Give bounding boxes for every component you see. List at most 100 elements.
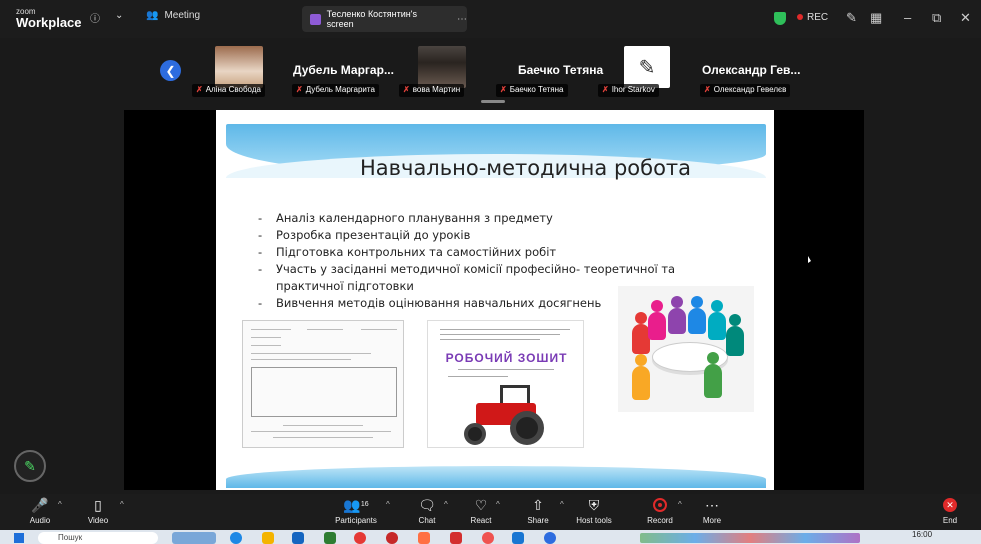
participant-label: ✗ Ihor Starkov — [598, 84, 659, 97]
meeting-label: Meeting — [164, 10, 201, 21]
react-button[interactable]: ♡ React — [451, 496, 511, 525]
end-call-icon: ✕ — [943, 498, 957, 512]
participant-video — [215, 46, 263, 88]
meeting-illustration — [618, 286, 754, 412]
logo-bottom: Workplace — [16, 15, 82, 30]
chat-button[interactable]: 🗨 Chat — [397, 496, 457, 525]
slide-footer-wave — [226, 466, 766, 488]
presentation-slide: Навчально-методична робота Аналіз календ… — [216, 110, 774, 490]
workbook-title: РОБОЧИЙ ЗОШИТ — [445, 351, 568, 365]
taskbar-app-icon[interactable] — [418, 532, 430, 544]
slide-bullet: Аналіз календарного планування з предмет… — [258, 210, 688, 227]
share-tab-label: Тесленко Костянтин's screen — [326, 9, 417, 29]
security-shield-icon[interactable] — [774, 12, 786, 25]
react-label: React — [470, 516, 492, 525]
record-label: Record — [647, 516, 673, 525]
taskbar-app-icon[interactable] — [230, 532, 242, 544]
taskbar-app-icon[interactable] — [482, 532, 494, 544]
taskbar-app-icon[interactable] — [172, 532, 216, 544]
participants-button[interactable]: 👥16 Participants — [326, 496, 386, 525]
record-icon — [653, 498, 667, 512]
participant-label: ✗ Олександр Гевелєв — [700, 84, 791, 97]
video-button[interactable]: ▯ Video — [68, 496, 128, 525]
taskbar-app-icon[interactable] — [386, 532, 398, 544]
document-thumbnail — [242, 320, 404, 448]
more-options-icon[interactable]: ⋯ — [457, 14, 467, 25]
audio-label: Audio — [29, 516, 51, 525]
participant-label: ✗ вова Мартин — [399, 84, 465, 97]
participant-name: Баечко Тетяна — [518, 63, 604, 77]
tractor-wheel — [510, 411, 544, 445]
taskbar-app-icon[interactable] — [354, 532, 366, 544]
participant-label-text: Аліна Свобода — [205, 85, 261, 94]
workbook-thumbnail: РОБОЧИЙ ЗОШИТ — [427, 320, 584, 448]
resize-handle[interactable] — [481, 100, 505, 103]
mic-muted-icon: ✗ — [196, 85, 203, 94]
mic-muted-icon: ✗ — [296, 85, 303, 94]
taskbar-clock: 16:00 — [912, 530, 933, 539]
more-button[interactable]: ⋯ More — [682, 496, 742, 525]
annotate-icon[interactable]: ✎ — [846, 10, 857, 26]
mic-muted-icon: ✗ — [704, 85, 711, 94]
participant-name: Дубель Маргар... — [293, 63, 394, 77]
taskbar-app-icon[interactable] — [262, 532, 274, 544]
more-label: More — [702, 516, 722, 525]
windows-start-icon[interactable] — [14, 533, 24, 543]
meeting-info-icon[interactable]: ⓘ — [90, 10, 100, 25]
chat-icon: 🗨 — [418, 497, 436, 513]
minimize-icon[interactable]: – — [904, 10, 911, 25]
chat-label: Chat — [418, 516, 436, 525]
close-icon[interactable]: ✕ — [960, 10, 971, 26]
slide-title: Навчально-методична робота — [360, 156, 692, 180]
video-camera-icon: ▯ — [94, 497, 102, 513]
tractor-wheel — [464, 423, 486, 445]
end-button[interactable]: ✕ End — [920, 496, 980, 525]
share-label: Share — [527, 516, 549, 525]
meeting-button[interactable]: 👥 Meeting — [146, 10, 200, 21]
slide-bullet: Розробка презентацій до уроків — [258, 227, 688, 244]
view-icon[interactable]: ▦ — [870, 10, 882, 26]
share-badge-icon — [310, 13, 321, 25]
participants-options-chevron-icon[interactable]: ^ — [386, 500, 390, 509]
taskbar-app-icon[interactable] — [450, 532, 462, 544]
mic-muted-icon: ✗ — [500, 85, 507, 94]
participant-label: ✗ Аліна Свобода — [192, 84, 265, 97]
chevron-left-icon[interactable]: ❮ — [160, 60, 181, 81]
shield-icon: ⛨ — [588, 497, 600, 513]
share-screen-icon: ⇧ — [532, 497, 544, 513]
react-options-chevron-icon[interactable]: ^ — [496, 500, 500, 509]
restore-icon[interactable]: ⧉ — [932, 10, 941, 26]
annotate-pen-icon[interactable]: ✎ — [14, 450, 46, 482]
taskbar-app-icon[interactable] — [324, 532, 336, 544]
os-taskbar: Пошук 16:00 — [0, 530, 981, 544]
participant-logo-image: ✎ — [624, 46, 670, 88]
participant-label-text: Баечко Тетяна — [509, 85, 564, 94]
taskbar-app-icon[interactable] — [292, 532, 304, 544]
participant-label-text: Олександр Гевелєв — [713, 85, 787, 94]
participant-label-text: Дубель Маргарита — [305, 85, 375, 94]
taskbar-app-icon[interactable] — [512, 532, 524, 544]
meeting-toolbar: 🎤 Audio ^ ▯ Video ^ 👥16 Participants ^ 🗨… — [0, 494, 981, 530]
chat-options-chevron-icon[interactable]: ^ — [444, 500, 448, 509]
participant-label-text: вова Мартин — [412, 85, 461, 94]
slide-bullet: Підготовка контрольних та самостійних ро… — [258, 244, 688, 261]
audio-options-chevron-icon[interactable]: ^ — [58, 500, 62, 509]
title-bar: zoom Workplace ⓘ ⌄ 👥 Meeting Тесленко Ко… — [0, 0, 981, 38]
video-options-chevron-icon[interactable]: ^ — [120, 500, 124, 509]
taskbar-app-icon[interactable] — [544, 532, 556, 544]
screen-share-tab[interactable]: Тесленко Костянтин's screen ⋯ — [302, 6, 467, 32]
taskbar-search-input[interactable]: Пошук — [38, 532, 158, 544]
more-dots-icon: ⋯ — [705, 497, 719, 513]
recording-indicator[interactable]: REC — [797, 12, 828, 23]
video-label: Video — [87, 516, 109, 525]
host-tools-button[interactable]: ⛨ Host tools — [564, 496, 624, 525]
participant-video — [418, 46, 466, 88]
shared-screen: Навчально-методична робота Аналіз календ… — [124, 110, 864, 490]
system-tray[interactable] — [640, 533, 860, 543]
chevron-down-icon[interactable]: ⌄ — [115, 10, 123, 21]
share-button[interactable]: ⇧ Share — [508, 496, 568, 525]
heart-icon: ♡ — [474, 497, 488, 513]
taskbar-search-text: Пошук — [58, 533, 83, 542]
participant-gallery: ❮ ✗ Аліна Свобода Дубель Маргар... ✗ Дубел… — [0, 38, 981, 106]
zoom-logo: zoom Workplace — [16, 8, 82, 30]
